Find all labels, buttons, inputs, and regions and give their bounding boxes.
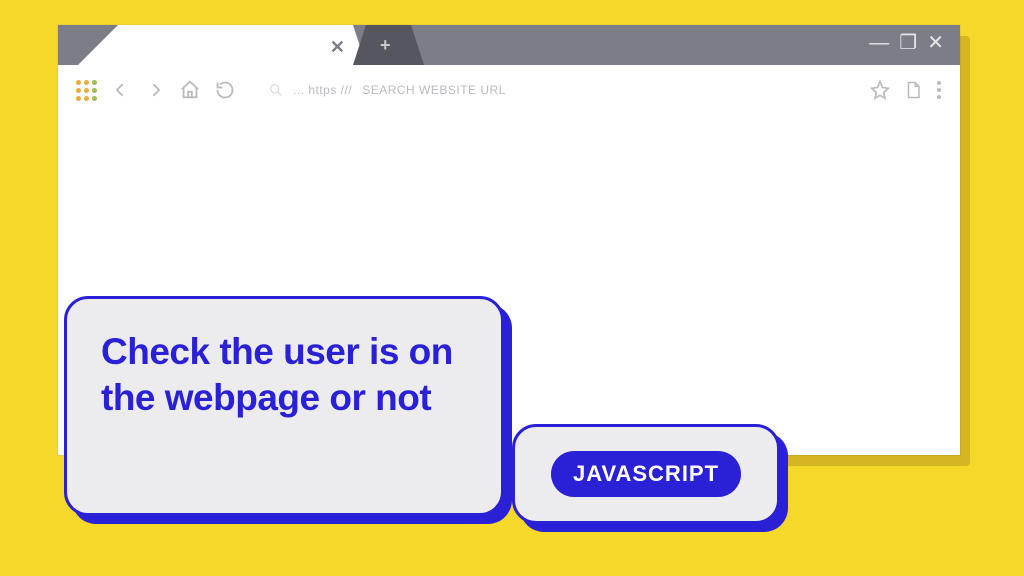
window-minimize-icon[interactable]: — (869, 33, 889, 53)
app-grid-icon[interactable] (76, 80, 97, 101)
search-icon (269, 83, 283, 97)
window-controls: — ❐ ✕ (869, 33, 944, 53)
star-icon[interactable] (870, 80, 890, 100)
document-icon[interactable] (904, 80, 922, 100)
url-bar[interactable]: ... https /// SEARCH WEBSITE URL (249, 83, 856, 97)
home-icon[interactable] (179, 79, 201, 101)
reload-icon[interactable] (215, 80, 235, 100)
tag-pill: JAVASCRIPT (551, 451, 741, 497)
url-placeholder: SEARCH WEBSITE URL (362, 83, 506, 97)
plus-icon: + (380, 35, 391, 56)
browser-toolbar: ... https /// SEARCH WEBSITE URL (58, 65, 960, 115)
url-prefix: ... https /// (293, 83, 352, 97)
tab-close-icon[interactable]: ✕ (330, 37, 345, 58)
title-card: Check the user is on the webpage or not (64, 296, 504, 516)
new-tab-button[interactable]: + (366, 25, 411, 65)
tag-card: JAVASCRIPT (512, 424, 780, 524)
kebab-menu-icon[interactable] (936, 80, 942, 100)
browser-titlebar: ✕ + — ❐ ✕ (58, 25, 960, 65)
back-icon[interactable] (111, 80, 131, 100)
forward-icon[interactable] (145, 80, 165, 100)
title-text: Check the user is on the webpage or not (101, 329, 467, 422)
browser-tab-active[interactable]: ✕ (118, 25, 353, 65)
window-close-icon[interactable]: ✕ (927, 33, 944, 53)
window-maximize-icon[interactable]: ❐ (899, 33, 917, 53)
